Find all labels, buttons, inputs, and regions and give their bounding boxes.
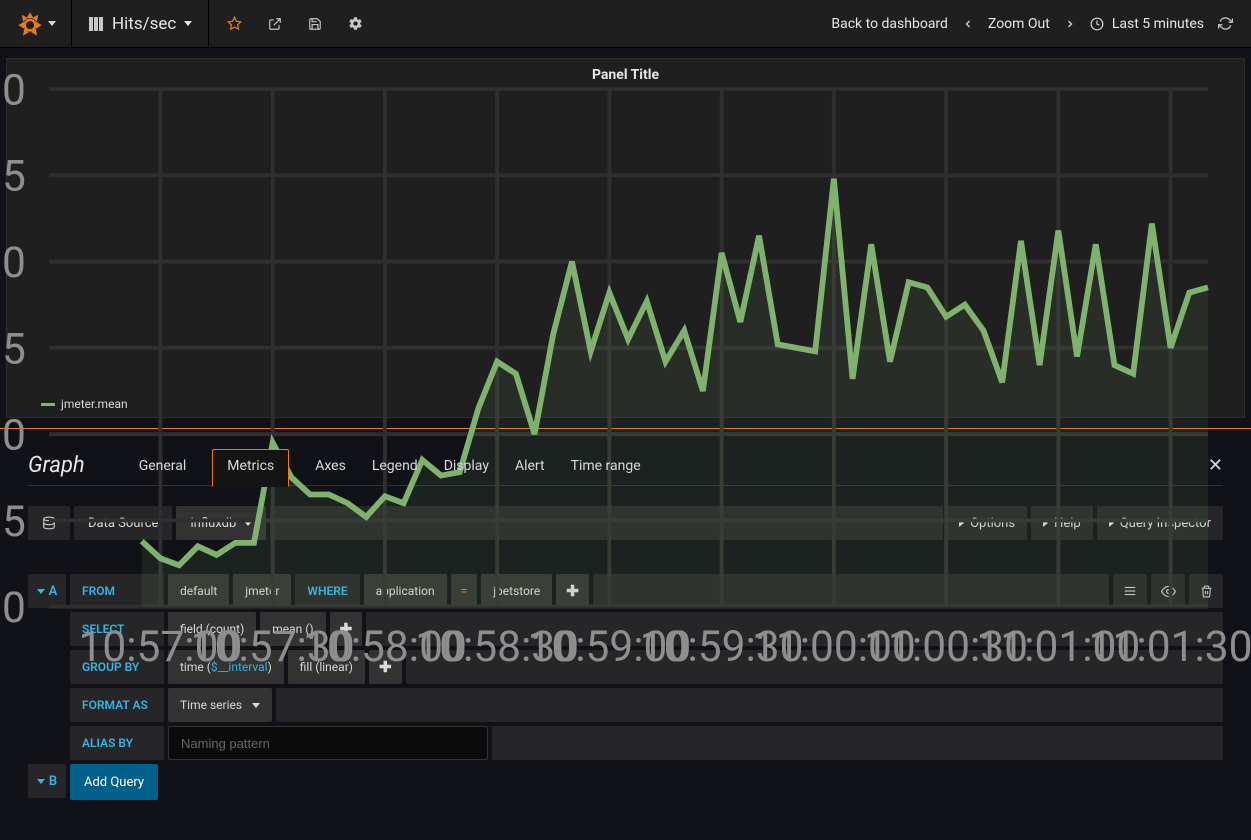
alias-input[interactable] — [168, 726, 488, 760]
logo-menu-caret-icon — [48, 21, 56, 26]
dashboard-caret-icon — [184, 21, 192, 26]
share-icon[interactable] — [268, 17, 282, 31]
panel-title: Panel Title — [7, 59, 1244, 83]
tab-alert[interactable]: Alert — [515, 450, 545, 486]
legend-swatch — [41, 403, 55, 406]
star-icon[interactable] — [227, 16, 242, 31]
save-icon[interactable] — [308, 17, 322, 31]
editor-section-label: Graph — [28, 453, 85, 486]
chart-plot[interactable]: 1.01.52.02.53.03.54.010:57:0010:57:3010:… — [49, 89, 1208, 669]
time-forward-button[interactable] — [1064, 18, 1076, 30]
close-editor-button[interactable]: ✕ — [1208, 455, 1223, 486]
dropdown-caret-icon — [252, 703, 260, 708]
svg-text:11:01:30: 11:01:30 — [1089, 623, 1251, 672]
dashboard-title: Hits/sec — [112, 14, 176, 34]
tab-legend[interactable]: Legend — [372, 450, 418, 486]
dashboard-icon — [88, 16, 104, 32]
svg-text:3.0: 3.0 — [0, 239, 26, 288]
zoom-out-button[interactable]: Zoom Out — [988, 16, 1050, 32]
graph-panel: Panel Title 1.01.52.02.53.03.54.010:57:0… — [6, 58, 1245, 418]
grafana-logo[interactable] — [0, 0, 72, 48]
legend-item[interactable]: jmeter.mean — [41, 397, 128, 411]
svg-text:3.5: 3.5 — [0, 153, 26, 202]
tab-axes[interactable]: Axes — [315, 450, 346, 486]
caret-down-icon — [37, 779, 45, 784]
svg-text:2.5: 2.5 — [0, 325, 26, 374]
dashboard-picker[interactable]: Hits/sec — [72, 0, 209, 48]
format-as-keyword: FORMAT AS — [70, 688, 164, 722]
query-row-b-toggle[interactable]: B — [28, 764, 66, 798]
time-back-button[interactable] — [962, 18, 974, 30]
svg-text:4.0: 4.0 — [0, 66, 26, 115]
legend-label: jmeter.mean — [61, 397, 128, 411]
grafana-icon — [16, 10, 44, 38]
time-picker[interactable]: Last 5 minutes — [1090, 16, 1204, 32]
alias-by-keyword: ALIAS BY — [70, 726, 164, 760]
tab-time-range[interactable]: Time range — [571, 450, 641, 486]
svg-text:2.0: 2.0 — [0, 412, 26, 461]
refresh-button[interactable] — [1218, 16, 1233, 31]
svg-text:1.5: 1.5 — [0, 498, 26, 547]
caret-down-icon — [37, 589, 45, 594]
back-to-dashboard-link[interactable]: Back to dashboard — [831, 16, 948, 32]
tab-metrics[interactable]: Metrics — [212, 449, 289, 487]
format-as-picker[interactable]: Time series — [168, 688, 272, 722]
svg-text:1.0: 1.0 — [0, 584, 26, 633]
add-query-button[interactable]: Add Query — [70, 764, 158, 800]
gear-icon[interactable] — [348, 16, 363, 31]
tab-general[interactable]: General — [139, 450, 187, 486]
clock-icon — [1090, 17, 1104, 31]
tab-display[interactable]: Display — [444, 450, 489, 486]
